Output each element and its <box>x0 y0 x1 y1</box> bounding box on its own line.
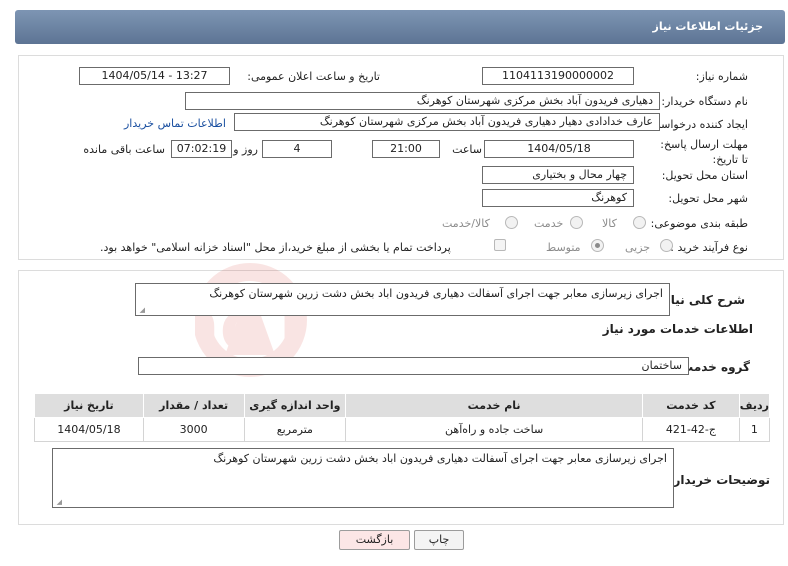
summary-textarea[interactable]: اجرای زیرسازی معابر جهت اجرای آسفالت دهی… <box>135 283 670 316</box>
remaining-time-field: 07:02:19 <box>171 140 232 158</box>
cell-quantity: 3000 <box>142 417 245 442</box>
process-radio-medium[interactable] <box>591 239 604 252</box>
service-group-field: ساختمان <box>138 357 689 375</box>
buyer-notes-text: اجرای زیرسازی معابر جهت اجرای آسفالت دهی… <box>213 452 667 465</box>
category-option-goods-service: کالا/خدمت <box>442 217 490 230</box>
payment-note: پرداخت تمام یا بخشی از مبلغ خرید،از محل … <box>100 241 451 254</box>
cell-service-code: ج-42-421 <box>642 417 740 442</box>
days-label: روز و <box>233 143 258 156</box>
resize-grip-icon[interactable]: ◢ <box>55 499 62 506</box>
page-title: جزئیات اطلاعات نیاز <box>652 20 764 33</box>
cell-unit: مترمربع <box>243 417 347 442</box>
cell-service-name: ساخت جاده و راه‌آهن <box>345 417 643 442</box>
category-radio-service[interactable] <box>570 216 583 229</box>
city-label: شهر محل تحویل: <box>668 192 748 205</box>
need-number-label: شماره نیاز: <box>695 70 748 83</box>
treasury-checkbox[interactable] <box>494 239 506 251</box>
buyer-contact-link[interactable]: اطلاعات تماس خریدار <box>124 117 226 130</box>
summary-text: اجرای زیرسازی معابر جهت اجرای آسفالت دهی… <box>209 287 663 300</box>
process-label: نوع فرآیند خرید : <box>670 241 748 254</box>
announce-field: 1404/05/14 - 13:27 <box>79 67 230 85</box>
remaining-label: ساعت باقی مانده <box>83 143 165 156</box>
deadline-time-label: ساعت <box>452 143 482 156</box>
summary-label: شرح کلی نیاز: <box>659 293 745 307</box>
province-field: چهار محال و بختیاری <box>482 166 634 184</box>
back-button[interactable]: بازگشت <box>339 530 410 550</box>
print-button[interactable]: چاپ <box>414 530 464 550</box>
process-radio-minor[interactable] <box>660 239 673 252</box>
city-field: کوهرنگ <box>482 189 634 207</box>
category-radio-goods[interactable] <box>633 216 646 229</box>
creator-field: عارف خدادادی دهیار دهیاری فریدون آباد بخ… <box>234 113 660 131</box>
page-header: جزئیات اطلاعات نیاز <box>15 10 785 44</box>
col-service-name: نام خدمت <box>345 393 643 418</box>
resize-grip-icon[interactable]: ◢ <box>138 307 145 314</box>
col-unit: واحد اندازه گیری <box>243 393 347 418</box>
province-label: استان محل تحویل: <box>661 169 748 182</box>
col-quantity: تعداد / مقدار <box>142 393 245 418</box>
cell-need-date: 1404/05/18 <box>34 417 144 442</box>
category-label: طبقه بندی موضوعی: <box>650 217 748 230</box>
deadline-date-field: 1404/05/18 <box>484 140 634 158</box>
services-section-title: اطلاعات خدمات مورد نیاز <box>602 322 753 336</box>
services-table-header: ردیف کد خدمت نام خدمت واحد اندازه گیری ت… <box>34 393 771 418</box>
days-remaining-field: 4 <box>262 140 332 158</box>
buyer-notes-label: توضیحات خریدار: <box>668 473 770 487</box>
need-number-field: 1104113190000002 <box>482 67 634 85</box>
buyer-org-label: نام دستگاه خریدار: <box>661 95 748 108</box>
category-radio-goods-service[interactable] <box>505 216 518 229</box>
col-service-code: کد خدمت <box>642 393 740 418</box>
services-table: ردیف کد خدمت نام خدمت واحد اندازه گیری ت… <box>34 393 771 442</box>
table-row: 1 ج-42-421 ساخت جاده و راه‌آهن مترمربع 3… <box>34 417 771 442</box>
creator-label: ایجاد کننده درخواست: <box>646 118 748 131</box>
buyer-org-field: دهیاری فریدون آباد بخش مرکزی شهرستان کوه… <box>185 92 660 110</box>
cell-row: 1 <box>738 417 771 442</box>
category-option-goods: کالا <box>602 217 617 230</box>
deadline-label: مهلت ارسال پاسخ: تا تاریخ: <box>660 138 748 166</box>
buyer-notes-textarea[interactable]: اجرای زیرسازی معابر جهت اجرای آسفالت دهی… <box>52 448 674 508</box>
process-option-medium: متوسط <box>546 241 581 254</box>
col-need-date: تاریخ نیاز <box>34 393 144 418</box>
deadline-time-field: 21:00 <box>372 140 440 158</box>
col-row: ردیف <box>738 393 771 418</box>
category-option-service: خدمت <box>534 217 564 230</box>
process-option-minor: جزیی <box>625 241 651 254</box>
announce-label: تاریخ و ساعت اعلان عمومی: <box>247 70 380 83</box>
